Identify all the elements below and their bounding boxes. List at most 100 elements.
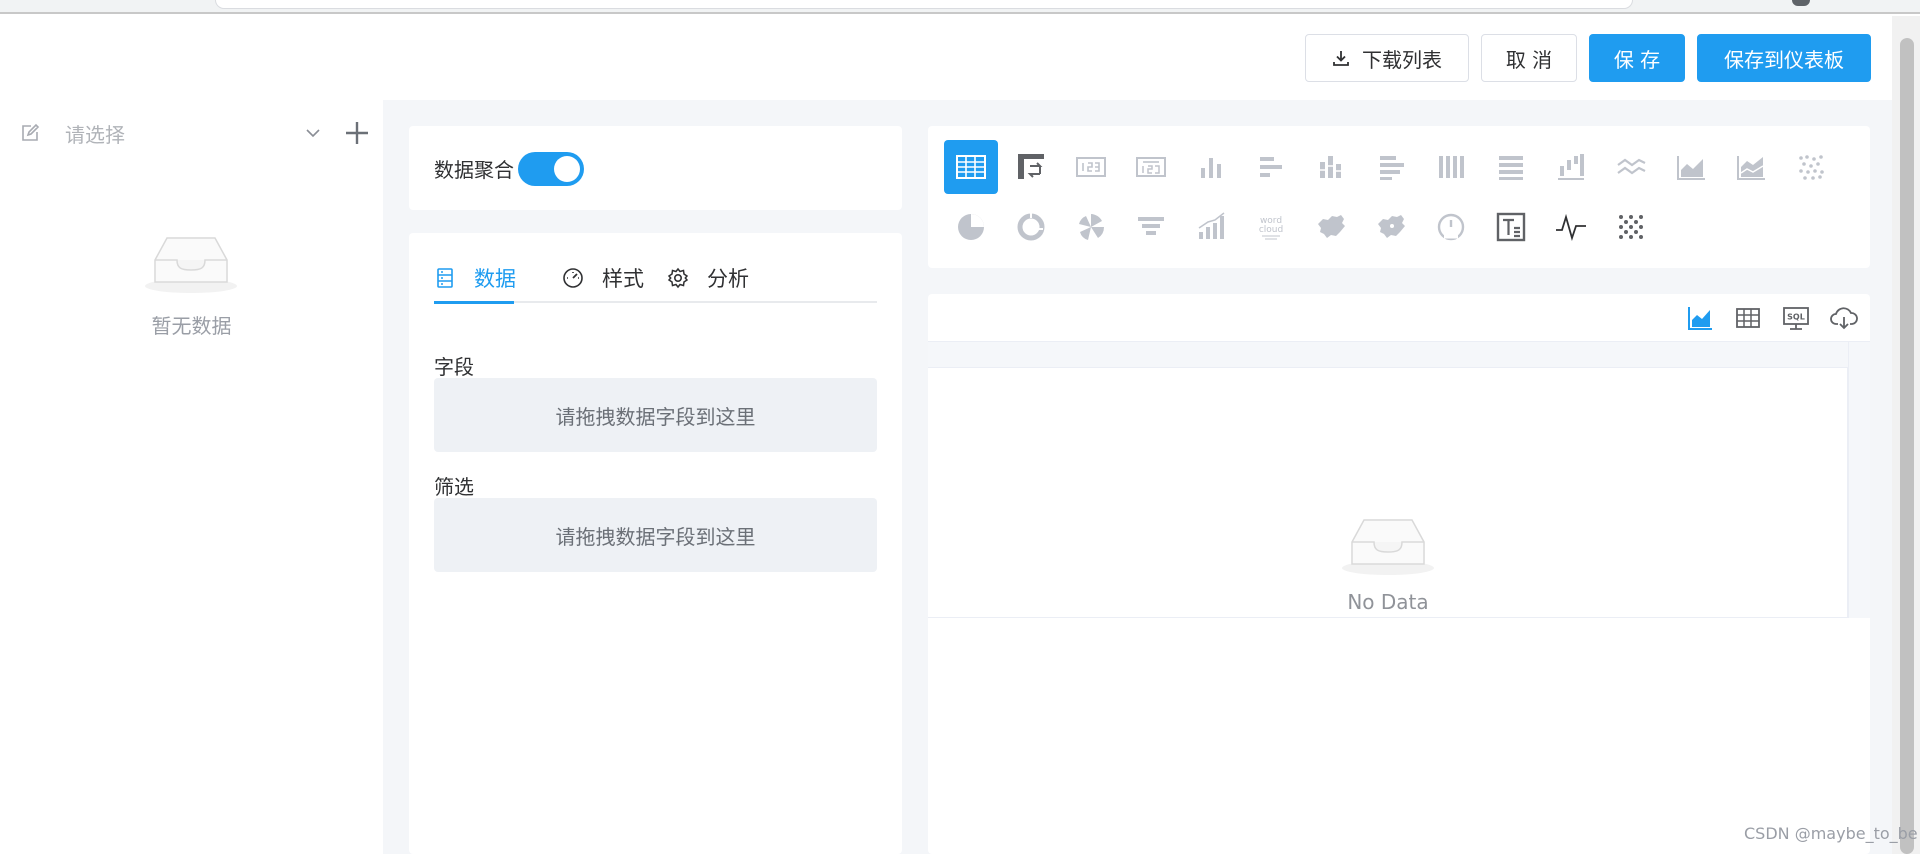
chart-view-button[interactable]	[1686, 304, 1714, 332]
sparkline-icon	[1556, 213, 1586, 242]
dataset-select-placeholder: 请选择	[65, 122, 125, 147]
empty-dataset-text: 暂无数据	[151, 314, 232, 338]
chart-type-pivot[interactable]	[1004, 140, 1058, 194]
profile-icon[interactable]	[1792, 0, 1810, 6]
preview-toolbar: SQL	[928, 294, 1870, 342]
download-list-label: 下载列表	[1362, 47, 1442, 72]
page-scrollbar[interactable]	[1892, 16, 1920, 854]
chart-type-china-map-bubble[interactable]	[1364, 200, 1418, 254]
chevron-down-icon[interactable]	[304, 124, 322, 142]
chart-type-donut[interactable]	[1004, 200, 1058, 254]
chart-type-sparkline[interactable]	[1544, 200, 1598, 254]
save-to-dashboard-label: 保存到仪表板	[1724, 47, 1844, 72]
chart-type-china-map[interactable]	[1304, 200, 1358, 254]
empty-inbox-icon	[145, 237, 237, 293]
no-data-text: No Data	[1347, 590, 1429, 614]
gauge-icon	[1437, 213, 1465, 241]
preview-table-header	[928, 342, 1870, 368]
tab-data-label: 数据	[474, 267, 516, 291]
sql-view-button[interactable]: SQL	[1782, 304, 1810, 332]
chart-type-gauge[interactable]	[1424, 200, 1478, 254]
percent-bar-icon	[1439, 156, 1464, 178]
stacked-area-icon	[1737, 156, 1765, 180]
chart-view-icon	[1688, 307, 1712, 330]
cancel-label: 取 消	[1505, 47, 1553, 72]
tab-style[interactable]: 样式	[562, 253, 644, 303]
add-dataset-icon[interactable]	[344, 120, 370, 146]
chart-type-funnel[interactable]	[1124, 200, 1178, 254]
chart-type-stacked-bar[interactable]	[1304, 140, 1358, 194]
chart-type-percent-bar[interactable]	[1424, 140, 1478, 194]
china-map-bubble-icon	[1378, 215, 1405, 238]
download-list-button[interactable]: 下载列表	[1305, 34, 1469, 82]
chart-type-table[interactable]	[944, 140, 998, 194]
horizontal-percent-bar-icon	[1499, 156, 1523, 180]
field-drop-text: 请拖拽数据字段到这里	[555, 404, 756, 429]
chart-type-stacked-area[interactable]	[1724, 140, 1778, 194]
kpi-compare-icon	[1136, 157, 1166, 177]
cloud-download-icon	[1830, 307, 1858, 330]
dashboard-gauge-icon	[563, 268, 583, 288]
donut-chart-icon	[1017, 213, 1045, 241]
chart-type-waterfall[interactable]	[1544, 140, 1598, 194]
aggregation-label: 数据聚合	[434, 158, 514, 182]
chart-type-word-cloud[interactable]: word cloud	[1244, 200, 1298, 254]
chart-type-horizontal-bar[interactable]	[1244, 140, 1298, 194]
rose-chart-icon	[1079, 214, 1105, 240]
preview-table-body: No Data	[928, 368, 1848, 618]
gear-icon	[667, 267, 689, 289]
preview-table-scrollbar[interactable]	[1848, 342, 1870, 618]
chart-type-scatter[interactable]	[1784, 140, 1838, 194]
tab-analysis[interactable]: 分析	[667, 253, 749, 303]
chart-type-line[interactable]	[1604, 140, 1658, 194]
chart-type-pie[interactable]	[944, 200, 998, 254]
empty-inbox-icon	[1342, 519, 1434, 575]
address-bar[interactable]	[215, 0, 1633, 9]
download-icon	[1333, 51, 1349, 66]
table-view-button[interactable]	[1734, 304, 1762, 332]
chart-type-bar[interactable]	[1184, 140, 1238, 194]
pie-chart-icon	[958, 214, 984, 240]
tab-style-label: 样式	[602, 267, 644, 291]
scrollbar-thumb[interactable]	[1900, 38, 1914, 854]
tab-data[interactable]: 数据	[434, 253, 516, 303]
line-chart-icon	[1617, 158, 1646, 175]
dataset-panel	[0, 100, 383, 854]
horizontal-stacked-bar-icon	[1380, 156, 1404, 180]
dot-matrix-icon	[1619, 215, 1643, 239]
chart-type-combo[interactable]	[1184, 200, 1238, 254]
cloud-download-button[interactable]	[1830, 304, 1858, 332]
save-to-dashboard-button[interactable]: 保存到仪表板	[1697, 34, 1871, 82]
chart-type-kpi-compare[interactable]	[1124, 140, 1178, 194]
area-chart-icon	[1677, 156, 1705, 180]
svg-text:cloud: cloud	[1259, 225, 1283, 235]
dataset-select[interactable]: 请选择	[20, 118, 370, 148]
chart-type-horizontal-stacked[interactable]	[1364, 140, 1418, 194]
aggregation-toggle[interactable]	[518, 152, 584, 186]
pivot-table-icon	[1018, 154, 1044, 179]
config-tabs: 数据 样式 分析	[434, 253, 877, 304]
database-icon	[437, 268, 453, 288]
field-drop-zone[interactable]: 请拖拽数据字段到这里	[434, 378, 877, 452]
table-icon	[956, 155, 986, 179]
field-section-label: 字段	[434, 355, 474, 379]
cancel-button[interactable]: 取 消	[1481, 34, 1577, 82]
chart-type-kpi[interactable]	[1064, 140, 1118, 194]
chart-type-rose[interactable]	[1064, 200, 1118, 254]
chart-type-text-card[interactable]	[1484, 200, 1538, 254]
chart-type-horizontal-percent[interactable]	[1484, 140, 1538, 194]
browser-chrome	[0, 0, 1920, 14]
combo-bar-line-icon	[1198, 212, 1225, 239]
filter-drop-zone[interactable]: 请拖拽数据字段到这里	[434, 498, 877, 572]
funnel-icon	[1138, 217, 1164, 235]
kpi-number-icon	[1076, 157, 1106, 177]
sql-icon: SQL	[1783, 307, 1809, 330]
config-card: 数据 样式 分析 字段 请拖拽数据字段到这里 筛选 请拖拽数据字段到这里	[409, 233, 902, 854]
toggle-knob	[554, 156, 580, 182]
chart-type-area[interactable]	[1664, 140, 1718, 194]
horizontal-bar-icon	[1260, 157, 1282, 177]
edit-icon[interactable]	[20, 123, 40, 143]
chart-type-dot-matrix[interactable]	[1604, 200, 1658, 254]
save-button[interactable]: 保 存	[1589, 34, 1685, 82]
word-cloud-icon: wordcloud	[1259, 216, 1283, 240]
